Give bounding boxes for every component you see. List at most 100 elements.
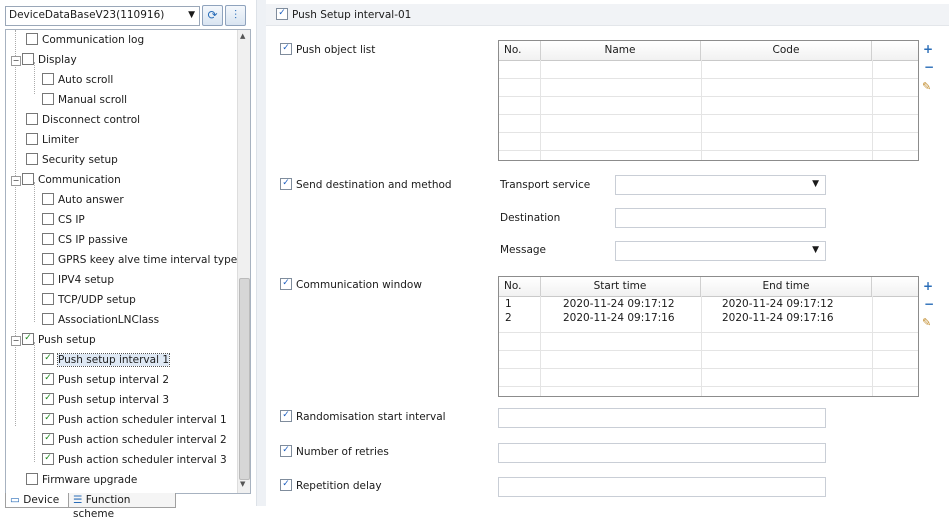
- randomisation-input[interactable]: [498, 408, 826, 428]
- checkbox-checked[interactable]: ✓: [42, 433, 54, 445]
- repetition-delay-label: ✓ Repetition delay: [280, 479, 382, 492]
- retries-input[interactable]: [498, 443, 826, 463]
- device-selector-value: DeviceDataBaseV23(110916): [9, 9, 165, 21]
- checkbox[interactable]: [26, 133, 38, 145]
- checkbox[interactable]: [42, 193, 54, 205]
- checkbox-checked[interactable]: ✓: [42, 453, 54, 465]
- tree-item-cs-ip-passive[interactable]: CS IP passive: [42, 230, 128, 250]
- tree-item-limiter[interactable]: Limiter: [26, 130, 79, 150]
- column-header[interactable]: Code: [701, 41, 872, 60]
- checkbox[interactable]: [26, 33, 38, 45]
- tree-item-push-setup-interval-3[interactable]: ✓ Push setup interval 3: [42, 390, 169, 410]
- tree-item-auto-answer[interactable]: Auto answer: [42, 190, 124, 210]
- communication-window-label: ✓ Communication window: [280, 278, 422, 291]
- navigation-panel: DeviceDataBaseV23(110916) ▼ ⟳ ⫶ Communic…: [0, 0, 255, 520]
- checkbox-checked[interactable]: ✓: [42, 393, 54, 405]
- tree-item-push-setup[interactable]: ✓ Push setup: [22, 330, 96, 350]
- column-header[interactable]: No.: [499, 277, 541, 296]
- column-header[interactable]: Start time: [540, 277, 701, 296]
- communication-window-table[interactable]: No. Start time End time 1 2020-11-24 09:…: [498, 276, 919, 397]
- remove-icon[interactable]: −: [924, 60, 934, 74]
- checkbox[interactable]: [42, 253, 54, 265]
- equalizer-icon: ⫶: [233, 8, 237, 22]
- checkbox[interactable]: [42, 313, 54, 325]
- checkbox-checked[interactable]: ✓: [42, 353, 54, 365]
- table-header: No. Start time End time: [499, 277, 918, 297]
- tree-item-communication-log[interactable]: Communication log: [26, 30, 144, 50]
- collapse-icon[interactable]: −: [11, 56, 21, 66]
- tree-item-push-action-scheduler-3[interactable]: ✓ Push action scheduler interval 3: [42, 450, 227, 470]
- checkbox-checked[interactable]: ✓: [280, 178, 292, 190]
- refresh-button[interactable]: ⟳: [202, 5, 223, 26]
- tree-item-security-setup[interactable]: Security setup: [26, 150, 118, 170]
- checkbox-checked[interactable]: ✓: [280, 410, 292, 422]
- tree-item-display[interactable]: Display: [22, 50, 77, 70]
- tree-item-firmware-upgrade[interactable]: Firmware upgrade: [26, 470, 137, 490]
- tree-item-manual-scroll[interactable]: Manual scroll: [42, 90, 127, 110]
- tree-item-cs-ip[interactable]: CS IP: [42, 210, 85, 230]
- checkbox-checked[interactable]: ✓: [42, 413, 54, 425]
- checkbox-checked[interactable]: ✓: [42, 373, 54, 385]
- message-select[interactable]: ▼: [615, 241, 826, 261]
- scroll-down-icon[interactable]: ▼: [240, 480, 245, 488]
- checkbox[interactable]: [26, 153, 38, 165]
- push-object-list-label: ✓ Push object list: [280, 43, 375, 56]
- transport-service-select[interactable]: ▼: [615, 175, 826, 195]
- tree-item-gprs-keep-alive[interactable]: GPRS keey alve time interval type: [42, 250, 237, 270]
- checkbox[interactable]: [22, 53, 34, 65]
- remove-icon[interactable]: −: [924, 297, 934, 311]
- chevron-down-icon: ▼: [188, 10, 195, 20]
- checkbox-checked[interactable]: ✓: [280, 278, 292, 290]
- column-header[interactable]: End time: [701, 277, 872, 296]
- checkbox[interactable]: [42, 233, 54, 245]
- tree-item-communication[interactable]: Communication: [22, 170, 121, 190]
- add-icon[interactable]: +: [923, 279, 933, 293]
- checkbox-checked[interactable]: ✓: [280, 445, 292, 457]
- tree-item-tcp-udp-setup[interactable]: TCP/UDP setup: [42, 290, 136, 310]
- tree-scrollbar[interactable]: ▲ ▼: [237, 30, 250, 493]
- device-selector[interactable]: DeviceDataBaseV23(110916) ▼: [5, 6, 200, 26]
- column-header[interactable]: No.: [499, 41, 541, 60]
- refresh-icon: ⟳: [207, 8, 218, 22]
- message-label: Message: [500, 244, 547, 256]
- tree-item-push-action-scheduler-2[interactable]: ✓ Push action scheduler interval 2: [42, 430, 227, 450]
- checkbox-checked[interactable]: ✓: [280, 43, 292, 55]
- repetition-delay-input[interactable]: [498, 477, 826, 497]
- settings-button[interactable]: ⫶: [225, 5, 246, 26]
- tree-item-push-setup-interval-2[interactable]: ✓ Push setup interval 2: [42, 370, 169, 390]
- tree-item-association-ln-class[interactable]: AssociationLNClass: [42, 310, 159, 330]
- edit-icon[interactable]: ✎: [922, 80, 931, 93]
- add-icon[interactable]: +: [923, 42, 933, 56]
- collapse-icon[interactable]: −: [11, 336, 21, 346]
- checkbox[interactable]: [42, 213, 54, 225]
- checkbox[interactable]: [26, 113, 38, 125]
- edit-icon[interactable]: ✎: [922, 316, 931, 329]
- transport-service-label: Transport service: [500, 179, 591, 191]
- scrollbar-thumb[interactable]: [239, 278, 250, 480]
- randomisation-label: ✓ Randomisation start interval: [280, 410, 446, 423]
- scroll-up-icon[interactable]: ▲: [240, 32, 245, 40]
- checkbox[interactable]: [42, 93, 54, 105]
- checkbox[interactable]: [42, 273, 54, 285]
- checkbox[interactable]: [42, 73, 54, 85]
- checkbox[interactable]: [26, 473, 38, 485]
- checkbox[interactable]: [22, 173, 34, 185]
- collapse-icon[interactable]: −: [11, 176, 21, 186]
- tree-item-ipv4-setup[interactable]: IPV4 setup: [42, 270, 114, 290]
- tree-item-disconnect-control[interactable]: Disconnect control: [26, 110, 140, 130]
- chevron-down-icon: ▼: [812, 245, 819, 255]
- tree-item-push-setup-interval-1[interactable]: ✓ Push setup interval 1: [42, 350, 171, 370]
- chevron-down-icon: ▼: [812, 179, 819, 189]
- function-tree: Communication log − Display Auto scroll …: [5, 29, 251, 494]
- tree-item-auto-scroll[interactable]: Auto scroll: [42, 70, 113, 90]
- retries-label: ✓ Number of retries: [280, 445, 389, 458]
- push-object-table[interactable]: No. Name Code: [498, 40, 919, 161]
- tree-item-push-action-scheduler-1[interactable]: ✓ Push action scheduler interval 1: [42, 410, 227, 430]
- column-header[interactable]: Name: [540, 41, 701, 60]
- checkbox-checked[interactable]: ✓: [22, 333, 34, 345]
- checkbox-checked[interactable]: ✓: [276, 8, 288, 20]
- table-header: No. Name Code: [499, 41, 918, 61]
- checkbox-checked[interactable]: ✓: [280, 479, 292, 491]
- destination-input[interactable]: [615, 208, 826, 228]
- checkbox[interactable]: [42, 293, 54, 305]
